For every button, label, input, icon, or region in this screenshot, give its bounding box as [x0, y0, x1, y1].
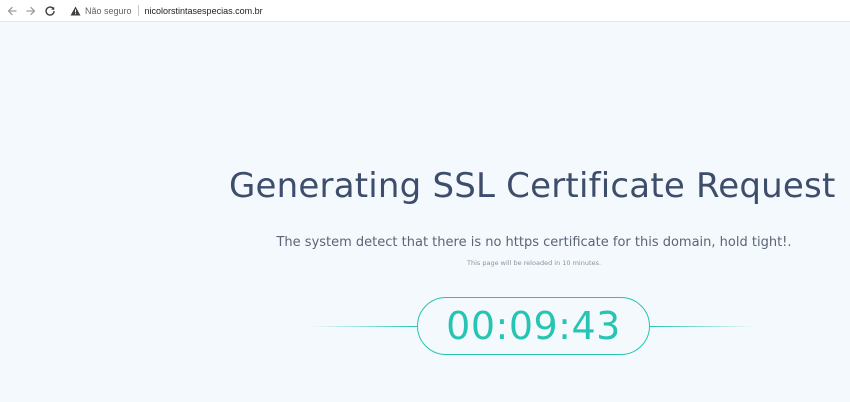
browser-toolbar: Não seguro nicolorstintasespecias.com.br — [0, 0, 850, 22]
back-button[interactable] — [4, 3, 20, 19]
page-subtitle: The system detect that there is no https… — [276, 235, 792, 250]
reload-note: This page will be reloaded in 10 minutes… — [467, 259, 601, 267]
timer-line-right — [650, 326, 756, 327]
countdown-timer: 00:09:43 — [417, 297, 650, 355]
reload-button[interactable] — [42, 3, 58, 19]
forward-button[interactable] — [23, 3, 39, 19]
page-title: Generating SSL Certificate Request — [229, 166, 836, 206]
reload-icon — [44, 5, 56, 17]
omnibox-divider — [137, 5, 139, 16]
arrow-right-icon — [25, 5, 37, 17]
security-status-label[interactable]: Não seguro — [85, 6, 132, 16]
countdown-value: 00:09:43 — [446, 304, 621, 348]
address-bar[interactable]: Não seguro nicolorstintasespecias.com.br — [70, 0, 263, 22]
warning-icon[interactable] — [70, 6, 81, 16]
url-text[interactable]: nicolorstintasespecias.com.br — [145, 6, 263, 16]
arrow-left-icon — [6, 5, 18, 17]
timer-line-left — [311, 326, 417, 327]
